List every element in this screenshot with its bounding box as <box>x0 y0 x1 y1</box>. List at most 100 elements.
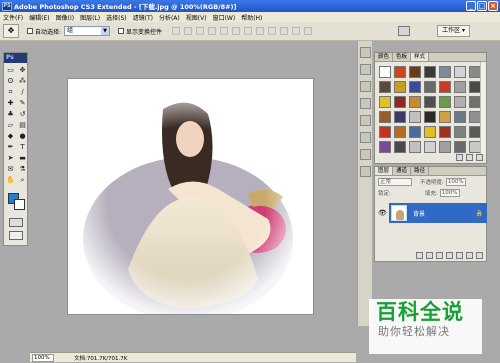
new-style-icon[interactable] <box>466 154 473 161</box>
styles-scrollbar[interactable] <box>480 62 486 154</box>
marquee-icon[interactable]: ▭ <box>5 65 16 75</box>
style-swatch[interactable] <box>439 66 451 78</box>
move-icon[interactable]: ✥ <box>17 65 28 75</box>
style-swatch[interactable] <box>394 66 406 78</box>
style-swatch[interactable] <box>424 111 436 123</box>
opacity-field[interactable]: 100% <box>445 177 466 186</box>
tab-color[interactable]: 颜色 <box>375 53 394 61</box>
style-swatch[interactable] <box>454 66 466 78</box>
hand-icon[interactable]: ✋ <box>5 175 16 185</box>
tab-layers[interactable]: 图层 <box>375 167 394 175</box>
style-swatch[interactable] <box>424 81 436 93</box>
style-swatch[interactable] <box>454 111 466 123</box>
style-swatch[interactable] <box>379 141 391 153</box>
distribute-bottom-icon[interactable] <box>268 27 277 35</box>
screen-mode-icon[interactable] <box>9 231 23 240</box>
quick-mask-icon[interactable] <box>9 218 23 227</box>
align-right-icon[interactable] <box>232 27 241 35</box>
style-swatch[interactable] <box>454 141 466 153</box>
tab-swatches[interactable]: 色板 <box>393 53 412 61</box>
style-swatch[interactable] <box>424 141 436 153</box>
distribute-left-icon[interactable] <box>280 27 289 35</box>
shape-icon[interactable]: ▬ <box>17 153 28 163</box>
menu-help[interactable]: 帮助(H) <box>241 13 262 22</box>
distribute-hcenter-icon[interactable] <box>292 27 301 35</box>
clone-source-icon[interactable] <box>359 132 371 143</box>
distribute-right-icon[interactable] <box>304 27 313 35</box>
style-swatch[interactable] <box>409 141 421 153</box>
style-swatch[interactable] <box>439 126 451 138</box>
healing-brush-icon[interactable]: ✚ <box>5 98 16 108</box>
notes-icon[interactable]: ✉ <box>5 164 16 174</box>
align-left-icon[interactable] <box>208 27 217 35</box>
actions-icon[interactable] <box>359 81 371 92</box>
brushes-icon[interactable] <box>359 115 371 126</box>
pen-icon[interactable]: ✒ <box>5 142 16 152</box>
align-vcenter-icon[interactable] <box>184 27 193 35</box>
history-icon[interactable] <box>359 64 371 75</box>
tab-channels[interactable]: 通道 <box>393 167 412 175</box>
fill-field[interactable]: 100% <box>439 188 460 197</box>
style-swatch[interactable] <box>454 126 466 138</box>
blend-mode-dropdown[interactable]: 正常 <box>378 177 412 186</box>
clone-stamp-icon[interactable]: ♣ <box>5 109 16 119</box>
slice-icon[interactable]: ∕ <box>17 87 28 97</box>
paragraph-icon[interactable] <box>359 166 371 177</box>
type-icon[interactable]: T <box>17 142 28 152</box>
style-swatch[interactable] <box>394 111 406 123</box>
style-swatch[interactable] <box>454 96 466 108</box>
link-layers-icon[interactable] <box>416 252 423 259</box>
menu-file[interactable]: 文件(F) <box>3 13 23 22</box>
close-button[interactable]: × <box>488 1 498 11</box>
style-swatch[interactable] <box>379 111 391 123</box>
dodge-icon[interactable]: ● <box>17 131 28 141</box>
menu-window[interactable]: 窗口(W) <box>213 13 236 22</box>
eyedropper-icon[interactable]: ⚗ <box>17 164 28 174</box>
menu-select[interactable]: 选择(S) <box>106 13 127 22</box>
current-tool-move-icon[interactable]: ✥ <box>3 24 19 38</box>
align-bottom-icon[interactable] <box>196 27 205 35</box>
style-swatch[interactable] <box>454 81 466 93</box>
layer-style-icon[interactable] <box>426 252 433 259</box>
menu-layer[interactable]: 图层(L) <box>80 13 100 22</box>
style-swatch[interactable] <box>439 111 451 123</box>
distribute-vcenter-icon[interactable] <box>256 27 265 35</box>
eye-icon[interactable]: 👁 <box>378 209 387 217</box>
style-swatch[interactable] <box>409 66 421 78</box>
style-swatch[interactable] <box>394 141 406 153</box>
align-top-icon[interactable] <box>172 27 181 35</box>
menu-filter[interactable]: 滤镜(T) <box>133 13 153 22</box>
layer-mask-icon[interactable] <box>436 252 443 259</box>
eraser-icon[interactable]: ▱ <box>5 120 16 130</box>
character-icon[interactable] <box>359 149 371 160</box>
align-hcenter-icon[interactable] <box>220 27 229 35</box>
style-swatch[interactable] <box>394 81 406 93</box>
maximize-button[interactable]: □ <box>477 1 487 11</box>
style-swatch[interactable] <box>409 111 421 123</box>
tab-styles[interactable]: 样式 <box>411 53 430 61</box>
style-swatch[interactable] <box>379 66 391 78</box>
style-swatch[interactable] <box>409 96 421 108</box>
style-swatch[interactable] <box>394 96 406 108</box>
tool-presets-icon[interactable] <box>359 98 371 109</box>
layer-row[interactable]: 背景 🔒 <box>389 203 487 223</box>
menu-view[interactable]: 视图(V) <box>186 13 207 22</box>
style-swatch[interactable] <box>379 126 391 138</box>
zoom-field[interactable]: 100% <box>32 353 54 362</box>
lasso-icon[interactable]: ʘ <box>5 76 16 86</box>
document-canvas[interactable] <box>67 78 314 315</box>
zoom-icon[interactable]: ⌕ <box>17 175 28 185</box>
style-swatch[interactable] <box>439 141 451 153</box>
path-select-icon[interactable]: ➤ <box>5 153 16 163</box>
new-layer-icon[interactable] <box>466 252 473 259</box>
style-swatch[interactable] <box>379 96 391 108</box>
adjustment-layer-icon[interactable] <box>446 252 453 259</box>
menu-image[interactable]: 图像(I) <box>56 13 74 22</box>
style-swatch[interactable] <box>424 66 436 78</box>
style-swatch[interactable] <box>409 81 421 93</box>
background-color-swatch[interactable] <box>14 199 25 210</box>
menu-analysis[interactable]: 分析(A) <box>159 13 180 22</box>
style-swatch[interactable] <box>439 96 451 108</box>
magic-wand-icon[interactable]: ⁂ <box>17 76 28 86</box>
blur-icon[interactable]: ◆ <box>5 131 16 141</box>
